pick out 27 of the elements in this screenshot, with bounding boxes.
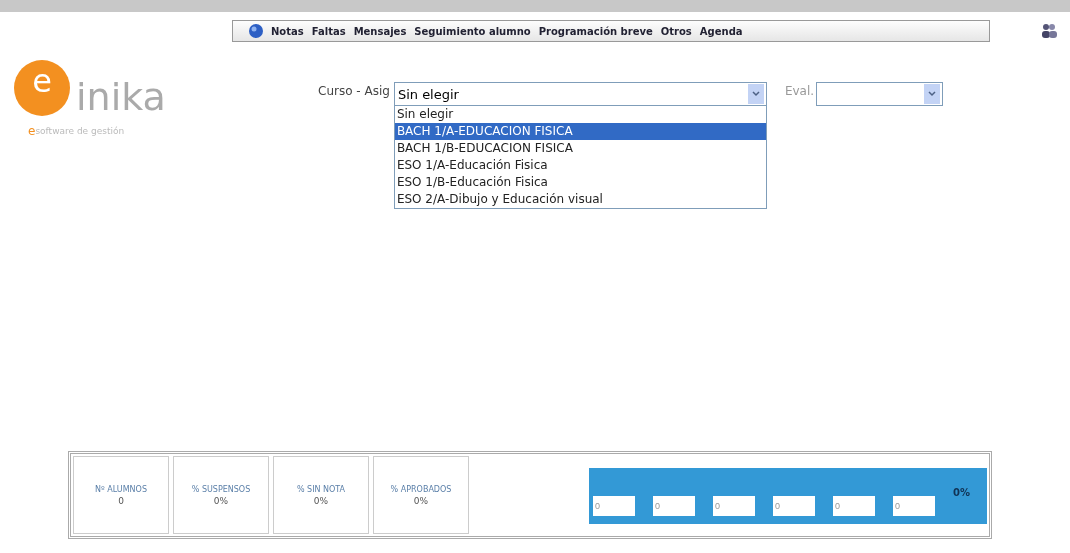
stat-value: 0% [313,495,329,506]
menu-item[interactable]: Seguimiento alumno [414,25,531,37]
users-icon[interactable] [1040,22,1058,40]
stat-value: 0 [118,495,124,506]
stat-label: % SUSPENSOS [191,484,251,494]
stat-label: Nº ALUMNOS [95,484,147,494]
grade-total: 0% [953,486,970,498]
stat-value: 0% [413,495,429,506]
eval-label: Eval. [784,84,815,98]
logo-name: inika [76,78,166,116]
stat-label: % APROBADOS [390,484,452,494]
dropdown-option[interactable]: BACH 1/A-EDUCACION FISICA [394,123,766,140]
menu-item[interactable]: Faltas [311,25,346,37]
menu-item[interactable]: Otros [660,25,692,37]
logo-tagline: software de gestión [35,126,125,136]
stat-label: % SIN NOTA [296,484,346,494]
course-label: Curso - Asig [318,84,390,98]
menu-item[interactable]: Programación breve [538,25,653,37]
menu-item[interactable]: Notas [271,25,304,37]
menu-item[interactable]: Mensajes [353,25,407,37]
globe-icon [249,24,263,38]
eval-select[interactable] [816,82,944,106]
menu-item[interactable]: Agenda [699,25,743,37]
logo-mark: e [14,60,70,116]
stat-value: 0% [213,495,229,506]
course-select[interactable]: Sin elegir [393,82,767,106]
tagline-mark: e [28,124,36,138]
